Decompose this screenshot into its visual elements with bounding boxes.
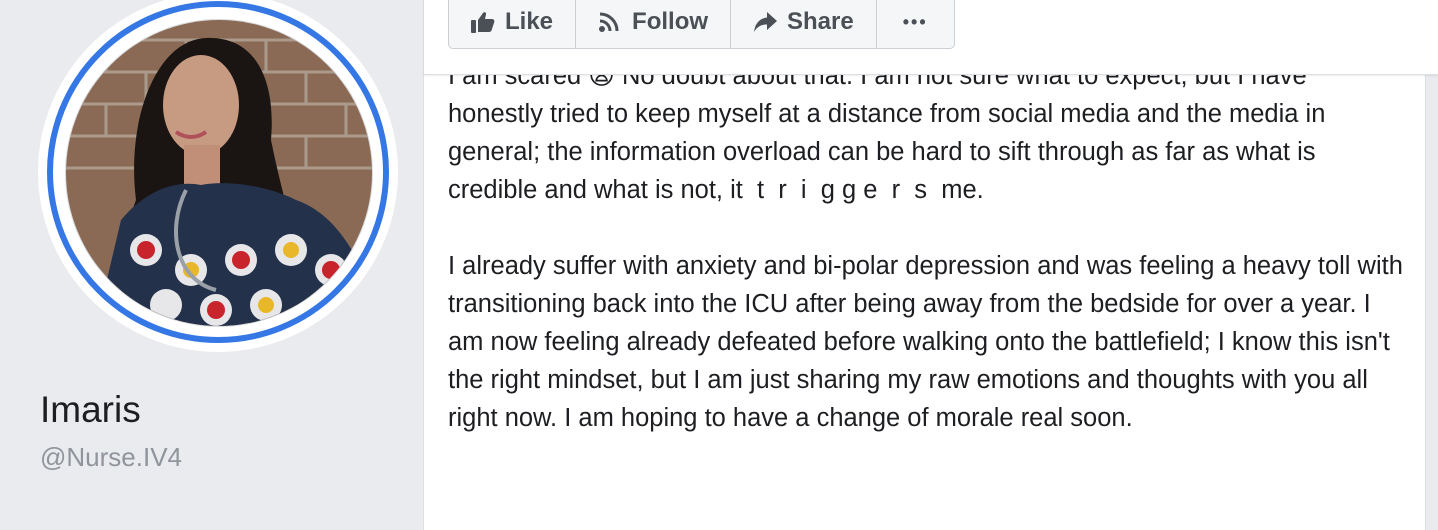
follow-button[interactable]: Follow <box>576 0 732 48</box>
post-paragraph: I already suffer with anxiety and bi-pol… <box>448 252 1410 432</box>
post-paragraph: I am scared 😨 No doubt about that. I am … <box>448 62 1333 204</box>
action-button-group: Like Follow Share ••• <box>448 0 955 49</box>
follow-label: Follow <box>632 8 709 35</box>
like-label: Like <box>505 8 554 35</box>
avatar[interactable] <box>38 0 398 352</box>
post-panel: Like Follow Share ••• I am scared 😨 No d… <box>423 0 1438 530</box>
more-dots-icon: ••• <box>902 11 928 32</box>
page-action-bar: Like Follow Share ••• <box>424 0 1438 75</box>
profile-handle[interactable]: @Nurse.IV4 <box>40 440 182 474</box>
thumbs-up-icon <box>471 11 495 33</box>
rss-feed-icon <box>598 11 622 33</box>
like-button[interactable]: Like <box>449 0 577 48</box>
share-arrow-icon <box>753 11 778 33</box>
profile-name[interactable]: Imaris <box>40 388 141 432</box>
share-label: Share <box>787 8 854 35</box>
profile-sidebar: Imaris @Nurse.IV4 <box>0 0 424 518</box>
more-options-button[interactable]: ••• <box>877 0 954 48</box>
profile-photo <box>65 19 373 327</box>
share-button[interactable]: Share <box>731 0 877 48</box>
post-body: I am scared 😨 No doubt about that. I am … <box>448 57 1408 475</box>
